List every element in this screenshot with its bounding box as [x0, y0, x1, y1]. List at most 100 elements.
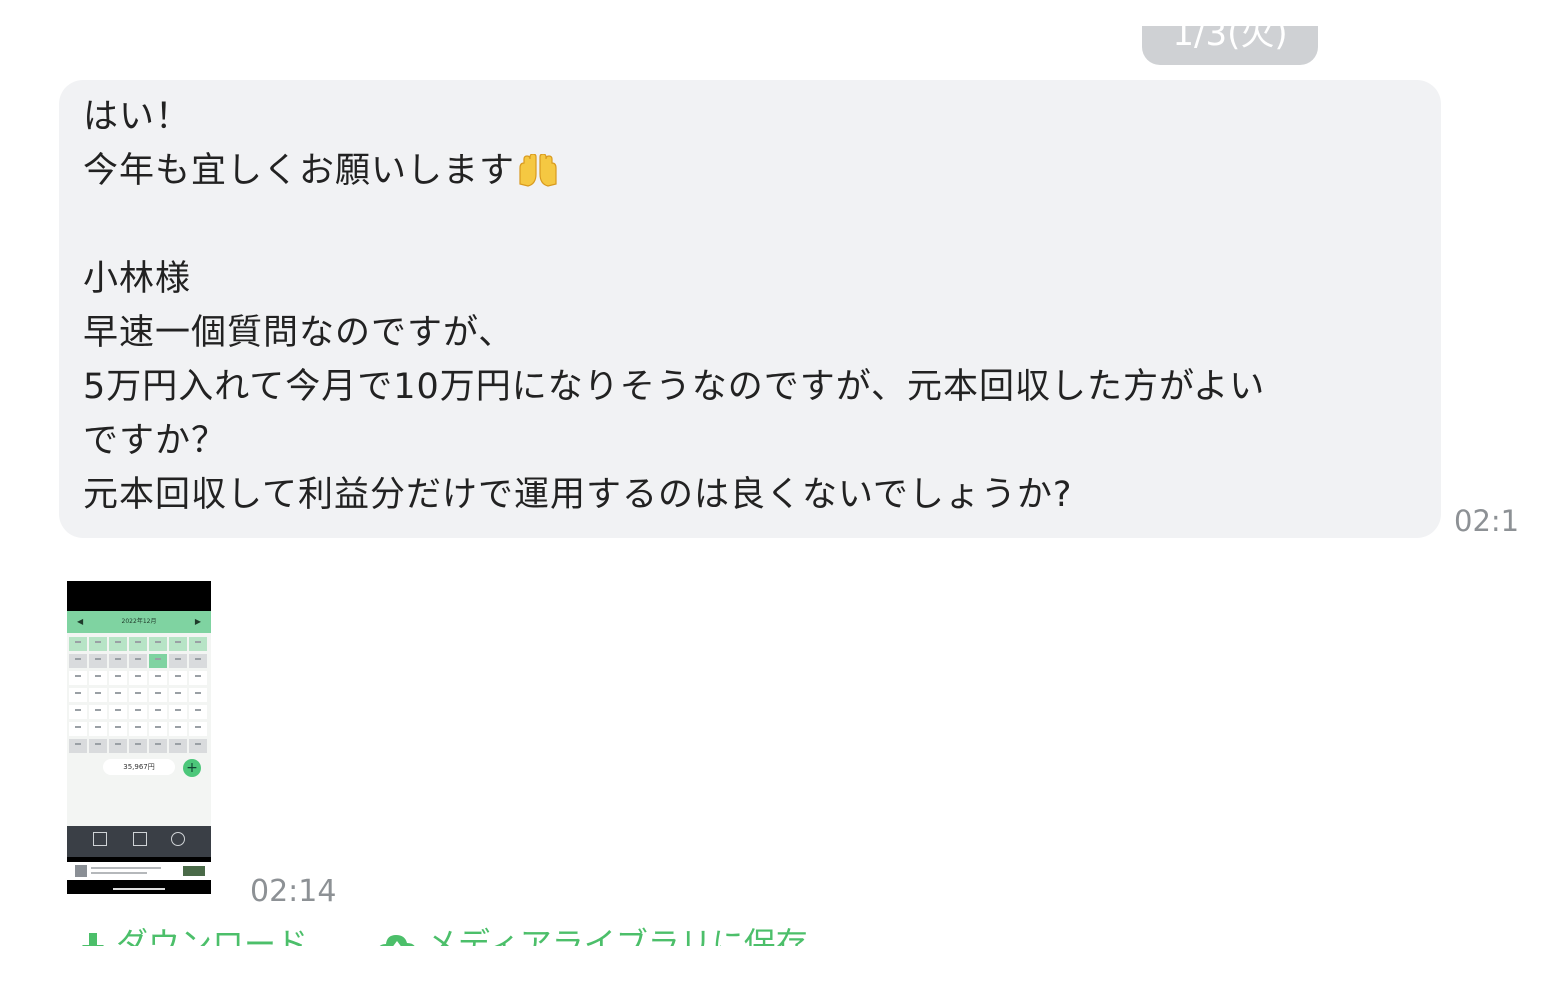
thumbnail-calendar-cell: [69, 671, 87, 685]
date-separator: 1/3(火): [1142, 26, 1318, 65]
thumbnail-calendar-cell: [149, 722, 167, 736]
thumbnail-calendar-cell: [189, 671, 207, 685]
image-timestamp: 02:14: [250, 874, 337, 909]
thumbnail-cell-mark: [195, 675, 201, 677]
thumbnail-cell-mark: [175, 726, 181, 728]
thumbnail-calendar-cell: [149, 654, 167, 668]
thumbnail-cell-mark: [115, 743, 121, 745]
cloud-upload-icon: [379, 935, 415, 946]
thumbnail-cell-mark: [75, 709, 81, 711]
thumbnail-cell-mark: [95, 692, 101, 694]
thumbnail-calendar-cell: [129, 671, 147, 685]
thumbnail-cell-mark: [75, 743, 81, 745]
list-icon: [133, 832, 147, 846]
thumbnail-calendar-cell: [129, 705, 147, 719]
gear-icon: [171, 832, 185, 846]
thumbnail-cell-mark: [75, 675, 81, 677]
thumbnail-calendar-cell: [69, 739, 87, 753]
thumbnail-cell-mark: [115, 658, 121, 660]
download-icon: [82, 933, 104, 946]
date-separator-container: 1/3(火): [1142, 26, 1320, 66]
message-line: はい！: [83, 97, 192, 137]
thumbnail-calendar-cell: [169, 637, 187, 651]
thumbnail-calendar-cell: [109, 705, 127, 719]
thumbnail-calendar-cell: [109, 654, 127, 668]
thumbnail-calendar-cell: [109, 739, 127, 753]
thumbnail-cell-mark: [135, 641, 141, 643]
thumbnail-calendar-cell: [109, 637, 127, 651]
thumbnail-calendar-cell: [89, 654, 107, 668]
thumbnail-cell-mark: [195, 709, 201, 711]
thumbnail-calendar-cell: [169, 688, 187, 702]
thumbnail-calendar-cell: [129, 637, 147, 651]
calendar-icon: [93, 832, 107, 846]
thumbnail-calendar-cell: [189, 688, 207, 702]
ad-image: [75, 865, 87, 877]
message-line: [83, 198, 1417, 252]
thumbnail-calendar-cell: [69, 688, 87, 702]
thumbnail-calendar-cell: [169, 671, 187, 685]
thumbnail-cell-mark: [155, 709, 161, 711]
thumbnail-calendar-cell: [109, 688, 127, 702]
thumbnail-calendar-cell: [129, 688, 147, 702]
thumbnail-calendar-header: ◀ 2022年12月 ▶: [67, 611, 211, 633]
thumbnail-calendar-cell: [169, 654, 187, 668]
image-thumbnail[interactable]: ◀ 2022年12月 ▶ 35,967円 +: [67, 581, 211, 894]
thumbnail-calendar-cell: [149, 637, 167, 651]
thumbnail-cell-mark: [75, 658, 81, 660]
thumbnail-cell-mark: [95, 743, 101, 745]
thumbnail-cell-mark: [175, 709, 181, 711]
message-line-text: 今年も宜しくお願いします: [83, 151, 516, 191]
thumbnail-cell-mark: [175, 641, 181, 643]
message-line: 元本回収して利益分だけで運用するのは良くないでしょうか?: [83, 475, 1073, 515]
thumbnail-cell-mark: [195, 641, 201, 643]
thumbnail-calendar-cell: [149, 705, 167, 719]
message-bubble[interactable]: はい！ 今年も宜しくお願いします 小林様 早速一個質問なのですが、 5万円入れて…: [59, 80, 1441, 538]
thumbnail-month-title: 2022年12月: [121, 618, 157, 625]
thumbnail-calendar-cell: [69, 637, 87, 651]
thumbnail-cell-mark: [155, 726, 161, 728]
thumbnail-calendar-cell: [189, 637, 207, 651]
thumbnail-calendar-cell: [149, 739, 167, 753]
thumbnail-cell-mark: [135, 692, 141, 694]
thumbnail-cell-mark: [195, 726, 201, 728]
thumbnail-cell-mark: [155, 743, 161, 745]
message-line: 早速一個質問なのですが、: [83, 313, 515, 353]
thumbnail-calendar-cell: [149, 671, 167, 685]
thumbnail-cell-mark: [115, 692, 121, 694]
thumbnail-calendar-cell: [69, 654, 87, 668]
thumbnail-calendar-cell: [169, 739, 187, 753]
thumbnail-cell-mark: [135, 709, 141, 711]
image-actions: ダウンロード メディアライブラリに保存: [60, 920, 960, 946]
ad-button: [183, 866, 205, 876]
thumbnail-cell-mark: [175, 658, 181, 660]
thumbnail-screen: ◀ 2022年12月 ▶ 35,967円 +: [67, 611, 211, 857]
thumbnail-cell-mark: [75, 726, 81, 728]
thumbnail-cell-mark: [95, 709, 101, 711]
save-label: メディアライブラリに保存: [426, 925, 808, 946]
thumbnail-cell-mark: [195, 743, 201, 745]
thumbnail-calendar-cell: [189, 654, 207, 668]
prev-month-icon: ◀: [77, 617, 84, 626]
save-to-media-library-button[interactable]: メディアライブラリに保存: [378, 924, 808, 946]
thumbnail-cell-mark: [115, 726, 121, 728]
thumbnail-plus-icon: +: [183, 759, 201, 777]
thumbnail-cell-mark: [135, 658, 141, 660]
thumbnail-calendar-cell: [89, 637, 107, 651]
thumbnail-calendar-cell: [129, 739, 147, 753]
thumbnail-calendar-cell: [149, 688, 167, 702]
thumbnail-home-indicator: [113, 888, 165, 890]
thumbnail-cell-mark: [135, 743, 141, 745]
raising-hands-emoji-icon: [517, 150, 559, 204]
thumbnail-cell-mark: [195, 692, 201, 694]
download-button[interactable]: ダウンロード: [80, 924, 308, 946]
thumbnail-cell-mark: [75, 692, 81, 694]
thumbnail-cell-mark: [135, 675, 141, 677]
thumbnail-calendar-cell: [69, 705, 87, 719]
thumbnail-cell-mark: [155, 675, 161, 677]
message-line: 5万円入れて今月で10万円になりそうなのですが、元本回収した方がよい: [83, 367, 1266, 407]
thumbnail-calendar-cell: [89, 739, 107, 753]
thumbnail-calendar-cell: [69, 722, 87, 736]
thumbnail-calendar-cell: [169, 722, 187, 736]
thumbnail-cell-mark: [115, 641, 121, 643]
